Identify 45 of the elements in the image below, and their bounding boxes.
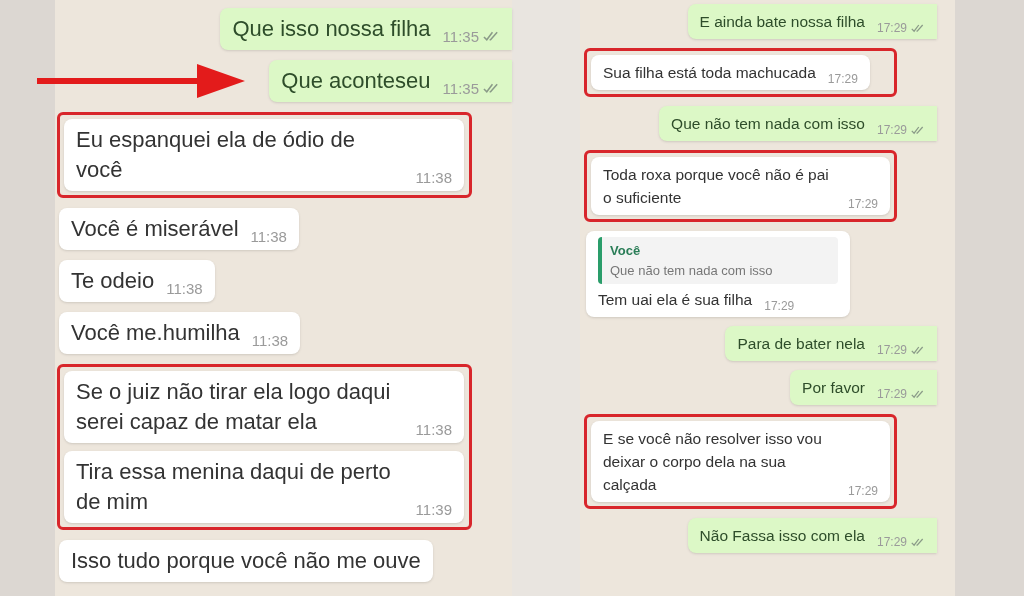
message-time: 11:38 [415, 167, 452, 188]
message-text: Toda roxa porque você não é pai o suficiente [603, 165, 830, 208]
message-text: Te odeio [71, 267, 155, 295]
quoted-message[interactable]: Você Que não tem nada com isso [598, 237, 838, 284]
message-time: 17:29 [847, 196, 878, 213]
message-text: Você me.humilha [71, 319, 240, 347]
quote-text: Que não tem nada com isso [610, 261, 774, 280]
quote-author: Você [610, 242, 642, 260]
message-time: 17:29 [847, 483, 878, 500]
message-text: Para de bater nela [737, 334, 865, 354]
message-time: 11:38 [250, 226, 287, 247]
message-text: E ainda bate nossa filha [699, 12, 865, 32]
message-time: 11:39 [415, 499, 452, 520]
message-time: 11:38 [166, 278, 203, 299]
message-text: Por favor [802, 378, 865, 398]
message-text: Não Fassa isso com ela [699, 526, 865, 546]
message-time: 11:35 [442, 78, 479, 99]
message-time: 11:35 [442, 26, 479, 47]
message-text: Tira essa menina daqui de perto de mim [76, 458, 392, 516]
message-text: Tem uai ela é sua filha [598, 290, 753, 310]
double-check-icon [911, 389, 925, 399]
message-text: Sua filha está toda machucada [603, 63, 816, 83]
message-text: Que aconteseu [281, 67, 431, 95]
message-text: E se você não resolver isso vou deixar o corpo dela na sua calçada [603, 429, 823, 495]
message-time: 17:29 [876, 122, 907, 139]
message-text: Você é miserável [71, 215, 239, 243]
message-time: 17:29 [827, 71, 858, 88]
double-check-icon [911, 125, 925, 135]
message-time: 11:38 [251, 330, 289, 351]
message-time: 11:38 [415, 419, 452, 440]
double-check-icon [483, 31, 500, 43]
message-text: Que isso nossa filha [232, 15, 431, 43]
message-text: Isso tudo porque você não me ouve [71, 547, 421, 575]
double-check-icon [911, 23, 925, 33]
double-check-icon [483, 83, 500, 95]
double-check-icon [911, 345, 925, 355]
message-text: Que não tem nada com isso [671, 114, 865, 134]
message-text: Eu espanquei ela de ódio de você [76, 126, 356, 184]
message-text: Se o juiz não tirar ela logo daqui serei capaz de matar ela [76, 378, 392, 436]
message-time: 17:29 [764, 298, 795, 315]
double-check-icon [911, 537, 925, 547]
message-time: 17:29 [876, 386, 907, 403]
message-time: 17:29 [876, 20, 907, 37]
message-time: 17:29 [876, 534, 907, 551]
message-time: 17:29 [876, 342, 907, 359]
